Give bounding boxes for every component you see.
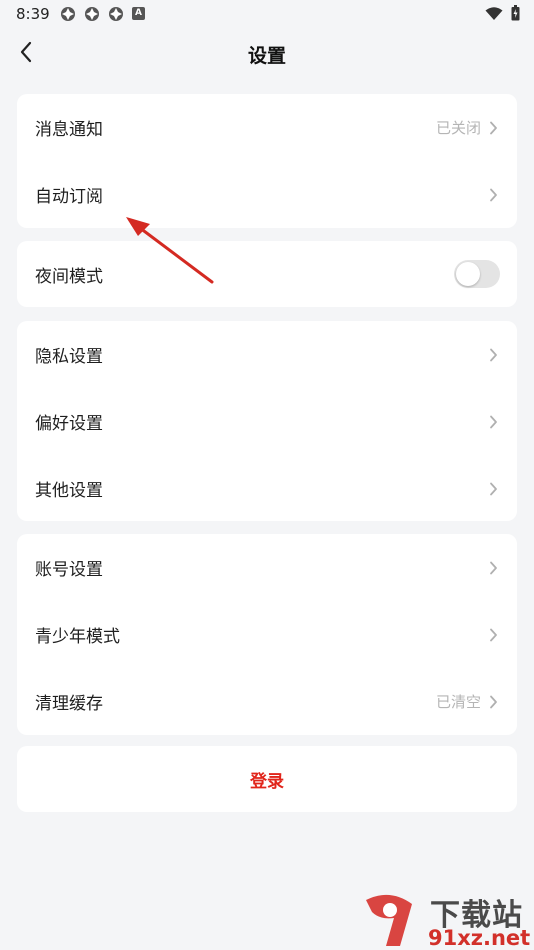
chevron-right-icon xyxy=(489,561,499,575)
watermark: 下载站 91xz.net xyxy=(360,890,534,950)
row-accessory: 已关闭 xyxy=(436,117,499,138)
watermark-url: 91xz.net xyxy=(428,926,531,950)
toggle-knob xyxy=(456,262,480,286)
a-badge-icon: A xyxy=(132,7,145,20)
settings-row-privacy[interactable]: 隐私设置 xyxy=(17,321,517,388)
app-icon xyxy=(60,6,76,26)
row-accessory xyxy=(489,482,499,496)
row-value: 已关闭 xyxy=(435,119,481,137)
row-label: 偏好设置 xyxy=(35,414,103,434)
night-mode-toggle[interactable] xyxy=(454,260,500,288)
system-icons xyxy=(485,5,520,25)
settings-group-notifications: 消息通知 已关闭 自动订阅 xyxy=(17,94,517,228)
row-label: 消息通知 xyxy=(35,120,103,140)
row-label: 账号设置 xyxy=(35,560,103,580)
chevron-right-icon xyxy=(489,695,499,709)
status-bar: 8:39 A xyxy=(0,0,534,28)
settings-row-clear-cache[interactable]: 清理缓存 已清空 xyxy=(17,668,517,735)
row-label: 青少年模式 xyxy=(35,627,120,647)
page-title: 设置 xyxy=(247,45,286,67)
row-label: 隐私设置 xyxy=(35,347,103,367)
settings-group-night-mode: 夜间模式 xyxy=(17,241,517,307)
chevron-right-icon xyxy=(489,348,499,362)
settings-group-account: 账号设置 青少年模式 清理缓存 已清空 xyxy=(17,534,517,735)
status-time: 8:39 xyxy=(16,5,50,23)
chevron-right-icon xyxy=(489,121,499,135)
settings-row-message-notification[interactable]: 消息通知 已关闭 xyxy=(17,94,517,161)
row-value: 已清空 xyxy=(435,693,481,711)
row-accessory xyxy=(489,561,499,575)
nav-bar: 设置 xyxy=(0,28,534,80)
chevron-right-icon xyxy=(489,482,499,496)
settings-row-teen-mode[interactable]: 青少年模式 xyxy=(17,601,517,668)
settings-row-preference[interactable]: 偏好设置 xyxy=(17,388,517,455)
app-icon xyxy=(84,6,100,26)
settings-row-auto-subscribe[interactable]: 自动订阅 xyxy=(17,161,517,228)
row-accessory xyxy=(489,415,499,429)
row-accessory: 已清空 xyxy=(436,691,499,712)
row-accessory xyxy=(489,628,499,642)
row-label: 自动订阅 xyxy=(35,187,103,207)
row-label: 夜间模式 xyxy=(35,266,103,287)
login-label: 登录 xyxy=(250,771,284,792)
watermark-logo-icon xyxy=(366,894,412,946)
notification-icons: A xyxy=(60,6,145,26)
battery-icon xyxy=(511,5,520,25)
chevron-right-icon xyxy=(489,628,499,642)
chevron-right-icon xyxy=(489,188,499,202)
row-accessory xyxy=(489,348,499,362)
chevron-right-icon xyxy=(489,415,499,429)
wifi-icon xyxy=(485,6,503,25)
login-button[interactable]: 登录 xyxy=(17,746,517,812)
app-icon xyxy=(108,6,124,26)
settings-row-other[interactable]: 其他设置 xyxy=(17,455,517,522)
settings-row-night-mode: 夜间模式 xyxy=(17,241,517,307)
row-label: 清理缓存 xyxy=(35,694,103,714)
settings-row-account[interactable]: 账号设置 xyxy=(17,534,517,601)
settings-group-preferences: 隐私设置 偏好设置 其他设置 xyxy=(17,321,517,521)
row-label: 其他设置 xyxy=(35,481,103,501)
row-accessory xyxy=(489,188,499,202)
